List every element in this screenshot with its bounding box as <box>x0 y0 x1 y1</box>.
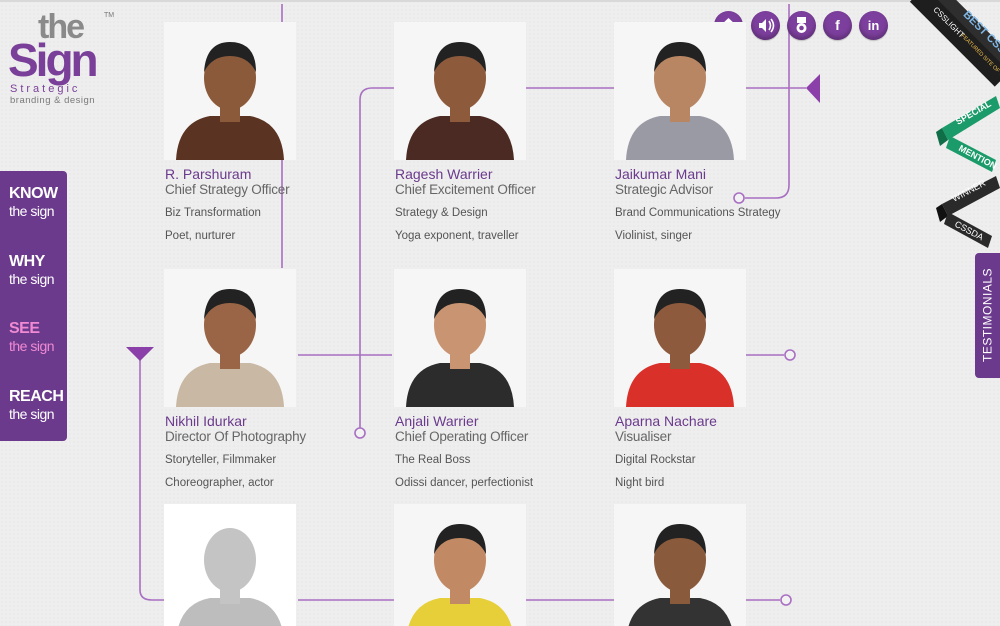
testimonials-tab[interactable]: TESTIMONIALS <box>975 253 1000 378</box>
nav-sub: the sign <box>9 406 55 422</box>
team-photo[interactable] <box>614 504 746 626</box>
person-portrait-icon <box>394 504 526 626</box>
nav-sub: the sign <box>9 203 55 219</box>
person-portrait-icon <box>164 504 296 626</box>
nav-key: KNOW <box>9 185 58 202</box>
logo-sign: Sign <box>8 34 99 86</box>
arrow-marker <box>126 347 154 361</box>
person-portrait-icon <box>164 22 296 160</box>
person-name: Jaikumar Mani <box>615 166 707 182</box>
award-icon <box>796 17 807 33</box>
person-detail: Digital Rockstar <box>615 454 696 466</box>
person-detail: Yoga exponent, traveller <box>395 230 519 242</box>
speaker-icon <box>759 18 775 33</box>
person-role: Chief Excitement Officer <box>395 182 536 197</box>
team-photo[interactable] <box>164 22 296 160</box>
team-photo[interactable] <box>614 22 746 160</box>
person-portrait-icon <box>614 269 746 407</box>
linkedin-icon: in <box>867 18 880 33</box>
badge-mention: MENTION <box>957 143 998 171</box>
team-photo[interactable] <box>164 504 296 626</box>
person-portrait-icon <box>614 22 746 160</box>
logo[interactable]: the TM Sign Strategic branding & design <box>8 10 118 110</box>
nav-key: REACH <box>9 388 64 405</box>
team-photo[interactable] <box>164 269 296 407</box>
logo-tagline-branding: branding & design <box>10 95 96 106</box>
logo-tagline-strategic: Strategic <box>10 83 81 95</box>
person-portrait-icon <box>394 22 526 160</box>
person-detail: The Real Boss <box>395 454 471 466</box>
team-photo[interactable] <box>614 269 746 407</box>
person-role: Chief Operating Officer <box>395 429 529 444</box>
person-name: R. Parshuram <box>165 166 252 182</box>
nav-key: WHY <box>9 253 45 270</box>
team-photo[interactable] <box>394 504 526 626</box>
nav-item-see[interactable]: SEE the sign <box>9 320 65 355</box>
person-detail: Odissi dancer, perfectionist <box>395 477 534 489</box>
logo-trademark: TM <box>104 12 115 19</box>
person-detail: Storyteller, Filmmaker <box>165 454 277 466</box>
nav-item-reach[interactable]: REACH the sign <box>9 388 65 423</box>
person-detail: Brand Communications Strategy <box>615 207 781 219</box>
sound-button[interactable] <box>751 11 780 40</box>
person-role: Director Of Photography <box>165 429 306 444</box>
person-role: Visualiser <box>615 429 672 444</box>
person-name: Anjali Warrier <box>395 413 479 429</box>
testimonials-label: TESTIMONIALS <box>980 268 995 363</box>
person-name: Aparna Nachare <box>615 413 717 429</box>
person-detail: Night bird <box>615 477 665 489</box>
award-ribbons: BEST CSS CSSLIGHT FEATURED SITE OF THE D… <box>909 0 1000 248</box>
team-photo[interactable] <box>394 22 526 160</box>
person-name: Ragesh Warrier <box>395 166 493 182</box>
person-portrait-icon <box>614 504 746 626</box>
side-nav: KNOW the sign WHY the sign SEE the sign … <box>0 171 67 441</box>
person-portrait-icon <box>394 269 526 407</box>
person-detail: Biz Transformation <box>165 207 261 219</box>
nav-key: SEE <box>9 320 40 337</box>
person-detail: Strategy & Design <box>395 207 488 219</box>
person-detail: Violinist, singer <box>615 230 693 242</box>
facebook-icon: f <box>835 17 840 33</box>
facebook-button[interactable]: f <box>823 11 852 40</box>
person-role: Chief Strategy Officer <box>165 182 290 197</box>
linkedin-button[interactable]: in <box>859 11 888 40</box>
person-portrait-icon <box>164 269 296 407</box>
person-detail: Choreographer, actor <box>165 477 274 489</box>
award-button[interactable] <box>787 11 816 40</box>
nav-sub: the sign <box>9 271 55 287</box>
person-detail: Poet, nurturer <box>165 230 236 242</box>
person-role: Strategic Advisor <box>615 182 713 197</box>
team-photo[interactable] <box>394 269 526 407</box>
nav-sub: the sign <box>9 338 55 354</box>
nav-item-why[interactable]: WHY the sign <box>9 253 65 288</box>
arrow-marker <box>806 74 820 103</box>
nav-item-know[interactable]: KNOW the sign <box>9 185 65 220</box>
person-name: Nikhil Idurkar <box>165 413 247 429</box>
